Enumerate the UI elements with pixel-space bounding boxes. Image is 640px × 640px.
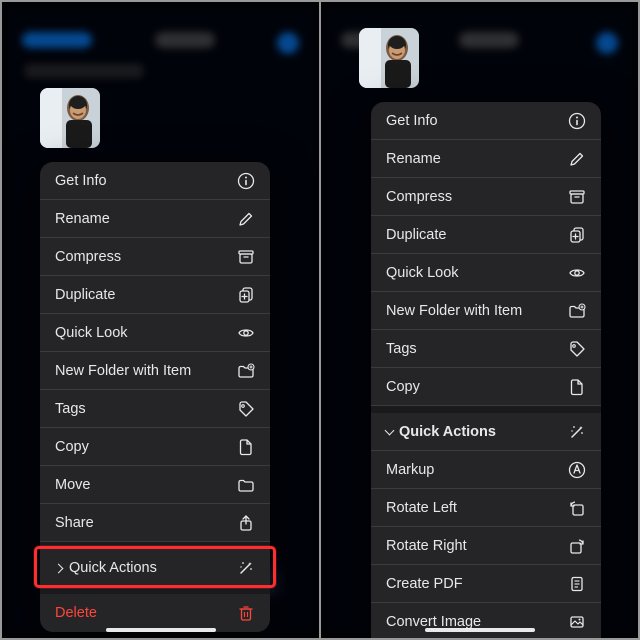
pencil-icon (568, 150, 586, 168)
menu-item-rename[interactable]: Rename (40, 200, 270, 238)
screenshot-right: Get Info Rename Compress Duplicate Quick… (320, 1, 639, 639)
menu-label: Rename (55, 211, 110, 227)
menu-label: Delete (55, 605, 97, 621)
folder-icon (237, 476, 255, 494)
menu-label: Compress (55, 249, 121, 265)
tag-icon (237, 400, 255, 418)
menu-item-move[interactable]: Move (40, 466, 270, 504)
menu-item-tags[interactable]: Tags (40, 390, 270, 428)
menu-item-compress[interactable]: Compress (371, 178, 601, 216)
home-indicator[interactable] (106, 628, 216, 632)
menu-label: Rotate Left (386, 500, 457, 516)
rotate-right-icon (568, 537, 586, 555)
menu-separator (371, 406, 601, 413)
menu-label: Create PDF (386, 576, 463, 592)
menu-label: Quick Look (386, 265, 459, 281)
menu-label: Duplicate (55, 287, 115, 303)
menu-item-share[interactable]: Share (40, 504, 270, 542)
menu-item-tags[interactable]: Tags (371, 330, 601, 368)
wand-icon (237, 559, 255, 577)
menu-item-quick-look[interactable]: Quick Look (371, 254, 601, 292)
archivebox-icon (237, 248, 255, 266)
menu-item-rotate-right[interactable]: Rotate Right (371, 527, 601, 565)
menu-item-markup[interactable]: Markup (371, 451, 601, 489)
menu-label: Share (55, 515, 94, 531)
menu-label: Quick Look (55, 325, 128, 341)
menu-label: Copy (386, 379, 420, 395)
menu-label: New Folder with Item (55, 363, 191, 379)
home-indicator[interactable] (425, 628, 535, 632)
menu-label: Duplicate (386, 227, 446, 243)
menu-label: Get Info (386, 113, 438, 129)
menu-label: Rotate Right (386, 538, 467, 554)
pdf-icon (568, 575, 586, 593)
menu-label: New Folder with Item (386, 303, 522, 319)
doc-icon (237, 438, 255, 456)
menu-label: Move (55, 477, 90, 493)
menu-label: Tags (55, 401, 86, 417)
share-icon (237, 514, 255, 532)
menu-item-copy[interactable]: Copy (40, 428, 270, 466)
menu-label: Markup (386, 462, 434, 478)
eye-icon (568, 264, 586, 282)
menu-label: Tags (386, 341, 417, 357)
menu-item-duplicate[interactable]: Duplicate (371, 216, 601, 254)
eye-icon (237, 324, 255, 342)
doc-icon (568, 378, 586, 396)
menu-item-quick-actions[interactable]: Quick Actions (40, 549, 270, 587)
duplicate-icon (237, 286, 255, 304)
menu-separator (40, 542, 270, 549)
menu-item-new-folder[interactable]: New Folder with Item (40, 352, 270, 390)
menu-label: Copy (55, 439, 89, 455)
menu-item-get-info[interactable]: Get Info (371, 102, 601, 140)
menu-item-new-folder[interactable]: New Folder with Item (371, 292, 601, 330)
menu-label: Quick Actions (386, 424, 496, 440)
file-thumbnail[interactable] (359, 28, 419, 88)
folder-plus-icon (237, 362, 255, 380)
menu-item-quick-actions-expanded[interactable]: Quick Actions (371, 413, 601, 451)
menu-item-compress[interactable]: Compress (40, 238, 270, 276)
menu-item-copy[interactable]: Copy (371, 368, 601, 406)
folder-plus-icon (568, 302, 586, 320)
archivebox-icon (568, 188, 586, 206)
convert-icon (568, 613, 586, 631)
menu-item-duplicate[interactable]: Duplicate (40, 276, 270, 314)
screenshot-left: Get Info Rename Compress Duplicate Quick… (1, 1, 320, 639)
menu-label: Get Info (55, 173, 107, 189)
duplicate-icon (568, 226, 586, 244)
menu-item-quick-look[interactable]: Quick Look (40, 314, 270, 352)
chevron-right-icon (54, 563, 64, 573)
chevron-down-icon (385, 425, 395, 435)
menu-label: Rename (386, 151, 441, 167)
wand-icon (568, 423, 586, 441)
menu-separator (40, 587, 270, 594)
tag-icon (568, 340, 586, 358)
menu-label: Compress (386, 189, 452, 205)
file-thumbnail[interactable] (40, 88, 100, 148)
context-menu: Get Info Rename Compress Duplicate Quick… (40, 162, 270, 632)
menu-item-get-info[interactable]: Get Info (40, 162, 270, 200)
menu-label: Quick Actions (55, 560, 157, 576)
rotate-left-icon (568, 499, 586, 517)
context-menu: Get Info Rename Compress Duplicate Quick… (371, 102, 601, 639)
trash-icon (237, 604, 255, 622)
menu-item-create-pdf[interactable]: Create PDF (371, 565, 601, 603)
menu-item-delete[interactable]: Delete (40, 594, 270, 632)
menu-item-rename[interactable]: Rename (371, 140, 601, 178)
info-icon (237, 172, 255, 190)
markup-icon (568, 461, 586, 479)
menu-item-rotate-left[interactable]: Rotate Left (371, 489, 601, 527)
pencil-icon (237, 210, 255, 228)
info-icon (568, 112, 586, 130)
menu-item-convert-image[interactable]: Convert Image (371, 603, 601, 639)
